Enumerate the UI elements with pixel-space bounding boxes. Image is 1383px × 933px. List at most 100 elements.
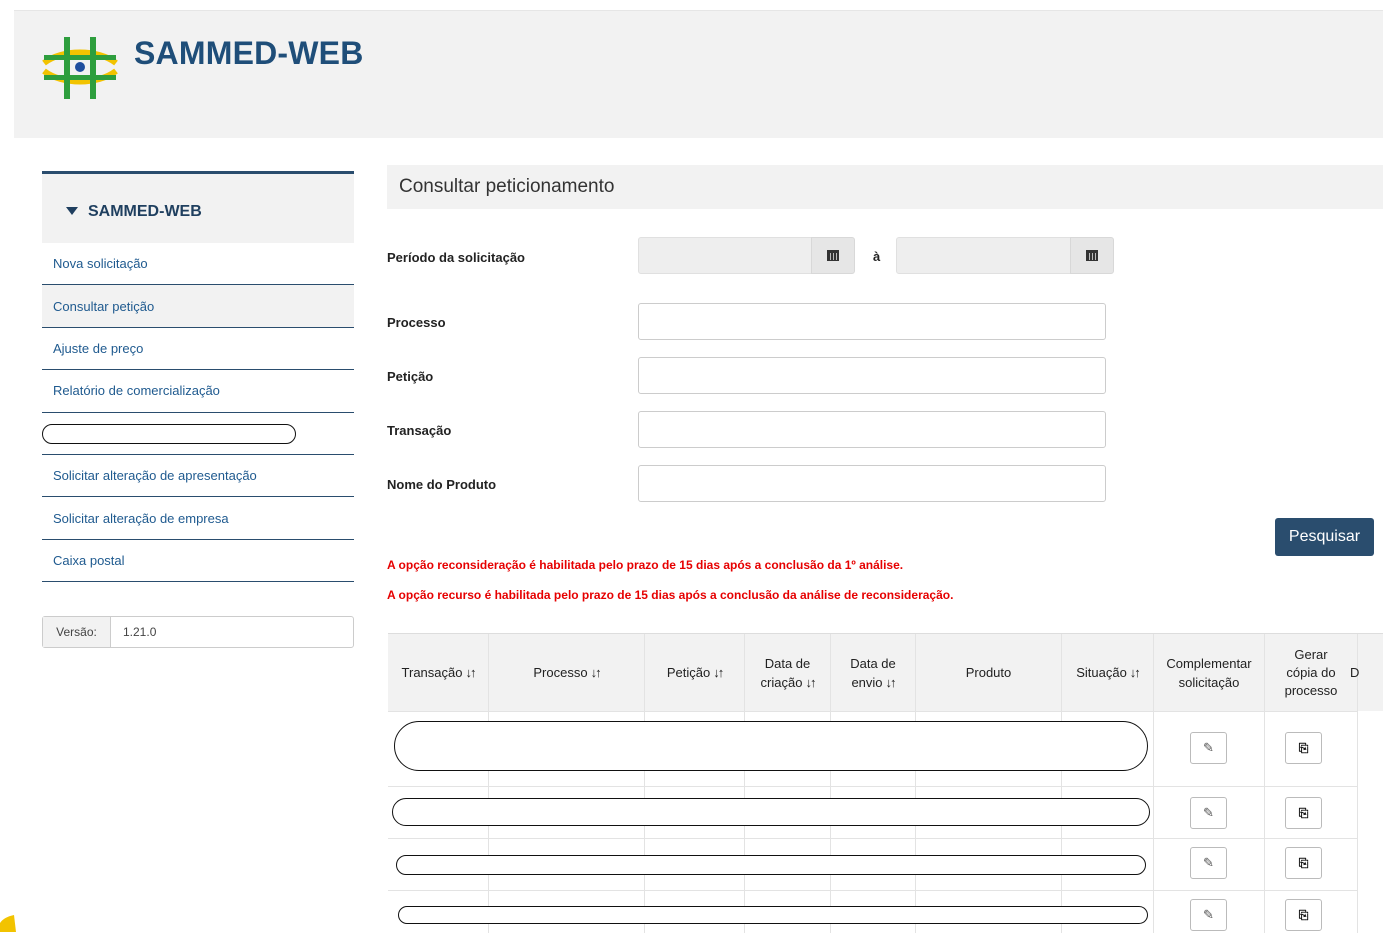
version-box: Versão: 1.21.0 — [42, 616, 354, 648]
col-produto-header: Produto — [916, 634, 1062, 712]
notice-reconsideracao: A opção reconsideração é habilitada pelo… — [387, 558, 904, 572]
col-label: Petição — [666, 665, 711, 681]
corner-decoration — [0, 915, 16, 932]
sort-icon: ↓↑ — [465, 665, 476, 681]
table-row-redacted — [394, 721, 1148, 771]
gerar-copia-button[interactable]: ⎘ — [1285, 732, 1322, 764]
row-divider — [388, 890, 1358, 891]
sidebar-item-alteracao-apresentacao[interactable]: Solicitar alteração de apresentação — [42, 455, 354, 498]
col-label-line2: criação — [760, 675, 803, 690]
copy-document-icon: ⎘ — [1298, 855, 1309, 870]
row-divider — [388, 838, 1358, 839]
pencil-icon: ✎ — [1203, 855, 1214, 870]
results-table: Transação ↓↑ Processo ↓↑ Petição ↓↑ Data de… — [388, 633, 1383, 933]
page-title: Consultar peticionamento — [399, 176, 615, 197]
date-start-calendar-button[interactable] — [811, 237, 855, 274]
col-processo-header[interactable]: Processo ↓↑ — [489, 634, 645, 712]
table-header: Transação ↓↑ Processo ↓↑ Petição ↓↑ Data de… — [388, 633, 1383, 712]
app-title: SAMMED-WEB — [134, 35, 364, 71]
complementar-button[interactable]: ✎ — [1190, 847, 1227, 879]
sort-icon: ↓↑ — [885, 675, 897, 690]
col-label: Situação — [1076, 665, 1127, 681]
col-transacao-header[interactable]: Transação ↓↑ — [388, 634, 489, 712]
sort-icon: ↓↑ — [713, 665, 724, 681]
sidebar-item-consultar-peticao[interactable]: Consultar petição — [42, 285, 354, 328]
col-truncated-header: D — [1350, 634, 1366, 712]
calendar-icon — [827, 250, 839, 261]
processo-input[interactable] — [638, 303, 1106, 340]
table-row-redacted — [396, 855, 1146, 875]
col-label-line2: envio — [851, 675, 883, 690]
col-label-line1: Data de — [764, 655, 811, 671]
caret-down-icon — [66, 207, 78, 215]
gerar-copia-button[interactable]: ⎘ — [1285, 847, 1322, 879]
col-data-criacao-header[interactable]: Data de criação ↓↑ — [745, 634, 831, 712]
sidebar-header[interactable]: SAMMED-WEB — [42, 171, 354, 243]
row-divider — [388, 711, 1358, 712]
col-peticao-header[interactable]: Petição ↓↑ — [645, 634, 745, 712]
gerar-copia-button[interactable]: ⎘ — [1285, 797, 1322, 829]
col-label-line2: cópia do — [1286, 664, 1336, 680]
table-row-redacted — [392, 798, 1150, 826]
col-divider — [1264, 711, 1265, 933]
transacao-input[interactable] — [638, 411, 1106, 448]
col-label-line2: solicitação — [1178, 675, 1240, 690]
col-divider — [1153, 711, 1154, 933]
table-row-redacted — [398, 906, 1148, 924]
transacao-label: Transação — [387, 423, 452, 438]
calendar-icon — [1086, 250, 1098, 261]
copy-document-icon: ⎘ — [1298, 805, 1309, 820]
redaction-mark — [42, 423, 296, 444]
sidebar: SAMMED-WEB Nova solicitação Consultar pe… — [42, 171, 354, 583]
sidebar-title: SAMMED-WEB — [88, 203, 202, 220]
col-situacao-header[interactable]: Situação ↓↑ — [1062, 634, 1154, 712]
version-label: Versão: — [43, 617, 111, 647]
sidebar-item-alteracao-empresa[interactable]: Solicitar alteração de empresa — [42, 497, 354, 540]
date-end-input[interactable] — [896, 237, 1071, 274]
search-button[interactable]: Pesquisar — [1275, 518, 1374, 556]
pencil-icon: ✎ — [1203, 805, 1214, 820]
peticao-input[interactable] — [638, 357, 1106, 394]
col-label-line1: Gerar — [1294, 646, 1328, 662]
sort-icon: ↓↑ — [1129, 665, 1141, 681]
page-title-bar: Consultar peticionamento — [387, 165, 1383, 209]
row-divider — [388, 786, 1358, 787]
col-label: Produto — [965, 665, 1012, 681]
col-label: D — [1350, 665, 1360, 681]
sidebar-item-relatorio-de-comercializacao[interactable]: Relatório de comercialização — [42, 370, 354, 413]
sidebar-item-caixa-postal[interactable]: Caixa postal — [42, 540, 354, 583]
sort-icon: ↓↑ — [590, 665, 602, 681]
complementar-button[interactable]: ✎ — [1190, 732, 1227, 764]
col-label-line1: Complementar — [1166, 655, 1252, 671]
complementar-button[interactable]: ✎ — [1190, 899, 1227, 931]
col-label-line1: Data de — [850, 655, 896, 671]
app-header: SAMMED-WEB — [14, 10, 1383, 138]
date-end-calendar-button[interactable] — [1070, 237, 1114, 274]
sort-icon: ↓↑ — [805, 675, 816, 690]
complementar-button[interactable]: ✎ — [1190, 797, 1227, 829]
logo-cross-icon — [42, 37, 118, 99]
date-start-input[interactable] — [638, 237, 812, 274]
periodo-separator: à — [873, 249, 881, 264]
col-data-envio-header[interactable]: Data de envio ↓↑ — [831, 634, 916, 712]
produto-label: Nome do Produto — [387, 477, 497, 492]
sidebar-item-redacted[interactable] — [42, 413, 354, 455]
col-label: Transação — [401, 665, 463, 681]
col-divider — [1357, 711, 1358, 933]
sidebar-item-nova-solicitacao[interactable]: Nova solicitação — [42, 243, 354, 286]
sidebar-item-ajuste-de-preco[interactable]: Ajuste de preço — [42, 328, 354, 371]
col-label: Processo — [533, 665, 588, 681]
pencil-icon: ✎ — [1203, 907, 1214, 922]
copy-document-icon: ⎘ — [1298, 907, 1309, 922]
produto-input[interactable] — [638, 465, 1106, 502]
col-gerar-copia-header: Gerar cópia do processo — [1265, 634, 1358, 712]
version-value: 1.21.0 — [123, 625, 157, 639]
peticao-label: Petição — [387, 369, 434, 384]
pencil-icon: ✎ — [1203, 740, 1214, 755]
copy-document-icon: ⎘ — [1298, 740, 1309, 755]
gerar-copia-button[interactable]: ⎘ — [1285, 899, 1322, 931]
col-label-line3: processo — [1284, 683, 1338, 699]
notice-recurso: A opção recurso é habilitada pelo prazo … — [387, 588, 954, 602]
periodo-label: Período da solicitação — [387, 250, 525, 265]
processo-label: Processo — [387, 315, 446, 330]
